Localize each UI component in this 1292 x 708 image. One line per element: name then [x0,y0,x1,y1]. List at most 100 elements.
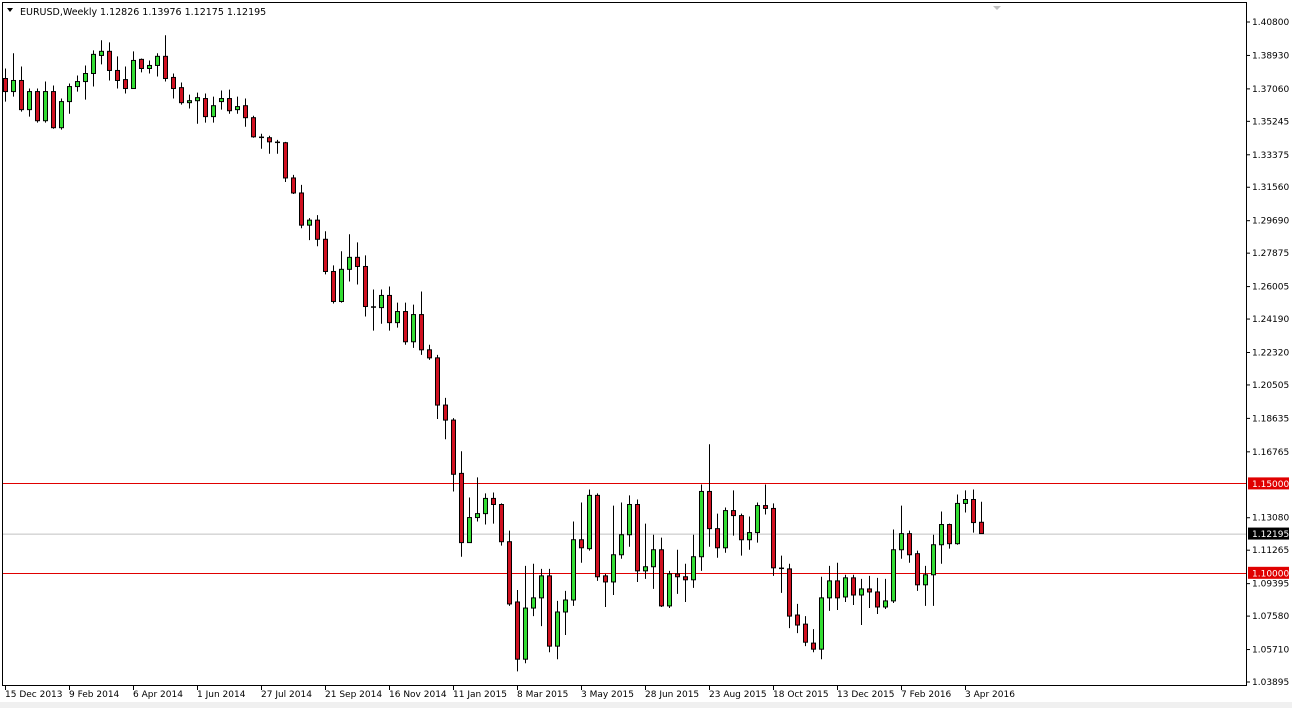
candle-body-bearish [604,576,608,582]
candle-body-bearish [916,554,920,585]
candle-body-bullish [532,598,536,608]
candle-body-bullish [156,56,160,65]
candle-body-bearish [980,522,984,533]
candle-body-bullish [844,578,848,597]
y-tick-label: 1.27875 [1252,249,1289,259]
candle-body-bullish [68,87,72,102]
x-tick-label: 13 Dec 2015 [837,690,895,700]
candle-body-bullish [412,315,416,342]
y-tick-label: 1.20505 [1252,381,1289,391]
candle-body-bullish [892,550,896,601]
candle-body-bullish [612,555,616,582]
candle-body-bullish [132,60,136,88]
candle-body-bullish [828,581,832,598]
candle-body-bearish [708,491,712,528]
candle-body-bullish [620,535,624,555]
candle-body-bearish [124,80,128,89]
candle-body-bullish [12,80,16,91]
candle-body-bearish [868,589,872,592]
candle-body-bullish [884,601,888,607]
candle-body-bearish [292,178,296,193]
candle [772,503,776,575]
candle-body-bullish [724,511,728,548]
y-tick-label: 1.03895 [1252,678,1289,688]
candle-body-bullish [964,499,968,503]
candle [596,493,600,580]
x-tick-label: 15 Dec 2013 [5,690,63,700]
symbol-timeframe: EURUSD,Weekly [20,7,98,18]
candle-body-bullish [84,74,88,82]
candle-body-bullish [196,98,200,101]
candle-body-bearish [388,295,392,322]
candle-body-bullish [668,574,672,606]
candle-body-bearish [436,358,440,405]
candle [60,99,64,130]
candle-body-bearish [812,643,816,649]
candle-body-bearish [452,420,456,474]
candle-body-bearish [180,88,184,103]
candle [252,116,256,138]
candle-body-bullish [564,600,568,612]
y-tick-label: 1.22320 [1252,348,1289,358]
candle [916,551,920,591]
candle-body-bullish [940,525,944,545]
y-tick-label: 1.33375 [1252,151,1289,161]
candle-body-bullish [212,106,216,117]
candle [52,85,56,128]
candle-body-bearish [788,569,792,616]
candle-body-bullish [860,589,864,595]
resistance-price-label: 1.15000 [1252,480,1289,490]
price-chart[interactable]: 1.408001.389301.370601.352451.333751.315… [0,0,1292,708]
y-tick-label: 1.24190 [1252,315,1289,325]
candle-body-bearish [804,624,808,642]
candle-body-bearish [772,508,776,567]
candle-body-bullish [820,598,824,649]
y-tick-label: 1.26005 [1252,283,1289,293]
x-tick-label: 6 Apr 2014 [133,690,183,700]
candle-body-bullish [956,503,960,543]
candle-body-bullish [588,495,592,548]
x-tick-label: 18 Oct 2015 [773,690,829,700]
candle-body-bearish [252,118,256,137]
candle-body-bearish [316,220,320,239]
candle [548,569,552,652]
candle-body-bullish [540,576,544,598]
candle-body-bearish [596,495,600,576]
x-tick-label: 28 Jun 2015 [645,690,699,700]
candle-body-bullish [652,550,656,567]
candle [508,531,512,606]
y-tick-label: 1.16765 [1252,448,1289,458]
candle-body-bearish [228,99,232,111]
y-tick-label: 1.40800 [1252,18,1289,28]
candle-body-bearish [332,271,336,301]
current-price-label: 1.12195 [1252,530,1289,540]
candle-body-bearish [460,473,464,542]
y-tick-label: 1.11265 [1252,546,1289,556]
y-tick-label: 1.38930 [1252,51,1289,61]
candle-body-bullish [700,491,704,556]
candle-body-bearish [676,574,680,577]
candle-body-bearish [972,499,976,522]
candle-body-bearish [116,70,120,80]
candle-body-bearish [268,138,272,142]
candle-body-bullish [92,54,96,73]
y-tick-label: 1.31560 [1252,183,1289,193]
candle [724,508,728,553]
x-tick-label: 11 Jan 2015 [453,690,507,700]
candle-body-bullish [476,514,480,518]
candle-body-bullish [900,534,904,550]
candle-body-bearish [300,193,304,225]
candle-body-bullish [692,557,696,580]
candle-body-bearish [516,602,520,659]
candle-body-bearish [244,106,248,118]
y-tick-label: 1.37060 [1252,85,1289,95]
x-tick-label: 27 Jul 2014 [261,690,312,700]
candle-body-bullish [932,545,936,575]
candle-body-bearish [660,550,664,606]
chart-background [0,0,1292,708]
candle-body-bearish [4,79,8,92]
candle-body-bullish [524,608,528,659]
x-tick-label: 8 Mar 2015 [517,690,568,700]
candle-body-bearish [420,315,424,350]
candle-body-bearish [36,92,40,121]
